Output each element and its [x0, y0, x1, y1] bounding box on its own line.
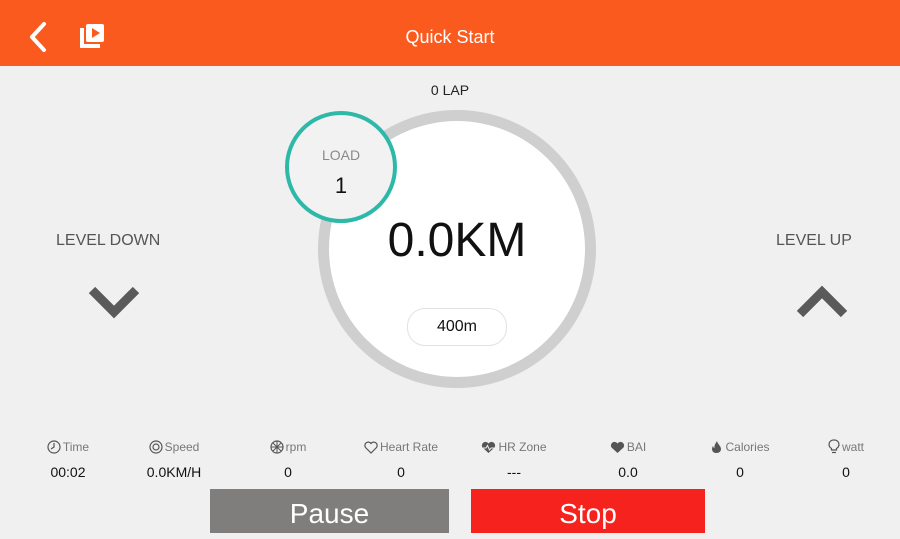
load-label: LOAD: [321, 147, 361, 163]
stat-label: Time: [62, 440, 90, 454]
stat-heart-rate: Heart Rate 0: [345, 438, 457, 480]
lap-counter: 0 LAP: [430, 82, 470, 98]
stat-time: Time 00:02: [12, 438, 124, 480]
stat-watt: watt 0: [790, 438, 900, 480]
load-value: 1: [334, 173, 348, 198]
level-down-button[interactable]: [84, 282, 144, 322]
stat-label: watt: [841, 440, 864, 454]
distance-value: 0.0KM: [387, 214, 527, 267]
stat-value: ---: [507, 464, 521, 480]
wheel-icon: [270, 440, 284, 454]
heart-outline-icon: [364, 441, 378, 454]
top-bar: Quick Start: [0, 0, 900, 66]
bulb-icon: [828, 439, 840, 454]
stat-label: Speed: [164, 440, 200, 454]
stat-label: rpm: [285, 440, 307, 454]
stat-value: 0: [842, 464, 850, 480]
load-indicator: LOAD 1: [285, 111, 397, 223]
heart-bai-icon: [610, 441, 624, 453]
stat-bai: BAI 0.0: [572, 438, 684, 480]
clock-icon: [47, 440, 61, 454]
flame-icon: [712, 441, 722, 453]
stop-button[interactable]: Stop: [471, 489, 705, 533]
stat-value: 0: [397, 464, 405, 480]
stat-label: Heart Rate: [379, 440, 439, 454]
stat-label: BAI: [626, 440, 647, 454]
stat-value: 0.0KM/H: [146, 464, 202, 480]
stat-value: 0.0: [618, 464, 638, 480]
level-up-button[interactable]: [792, 282, 852, 322]
chevron-down-icon: [88, 286, 140, 319]
stats-row: Time 00:02 Speed 0.0KM/H rpm 0 Heart Rat…: [0, 438, 900, 486]
stat-speed: Speed 0.0KM/H: [118, 438, 230, 480]
page-title: Quick Start: [405, 27, 495, 47]
stat-label: Calories: [725, 440, 770, 454]
chevron-up-icon: [796, 285, 848, 318]
stat-hr-zone: HR Zone ---: [458, 438, 570, 480]
stat-value: 0: [284, 464, 292, 480]
lap-length-button[interactable]: 400m: [407, 308, 507, 346]
heart-pulse-icon: [482, 441, 496, 453]
level-up-label: LEVEL UP: [776, 232, 852, 249]
stat-value: 0: [736, 464, 744, 480]
stat-label: HR Zone: [498, 440, 547, 454]
pause-button[interactable]: Pause: [210, 489, 449, 533]
stat-rpm: rpm 0: [232, 438, 344, 480]
level-down-label: LEVEL DOWN: [56, 232, 161, 249]
speed-icon: [149, 440, 163, 454]
stat-calories: Calories 0: [684, 438, 796, 480]
stat-value: 00:02: [50, 464, 86, 480]
